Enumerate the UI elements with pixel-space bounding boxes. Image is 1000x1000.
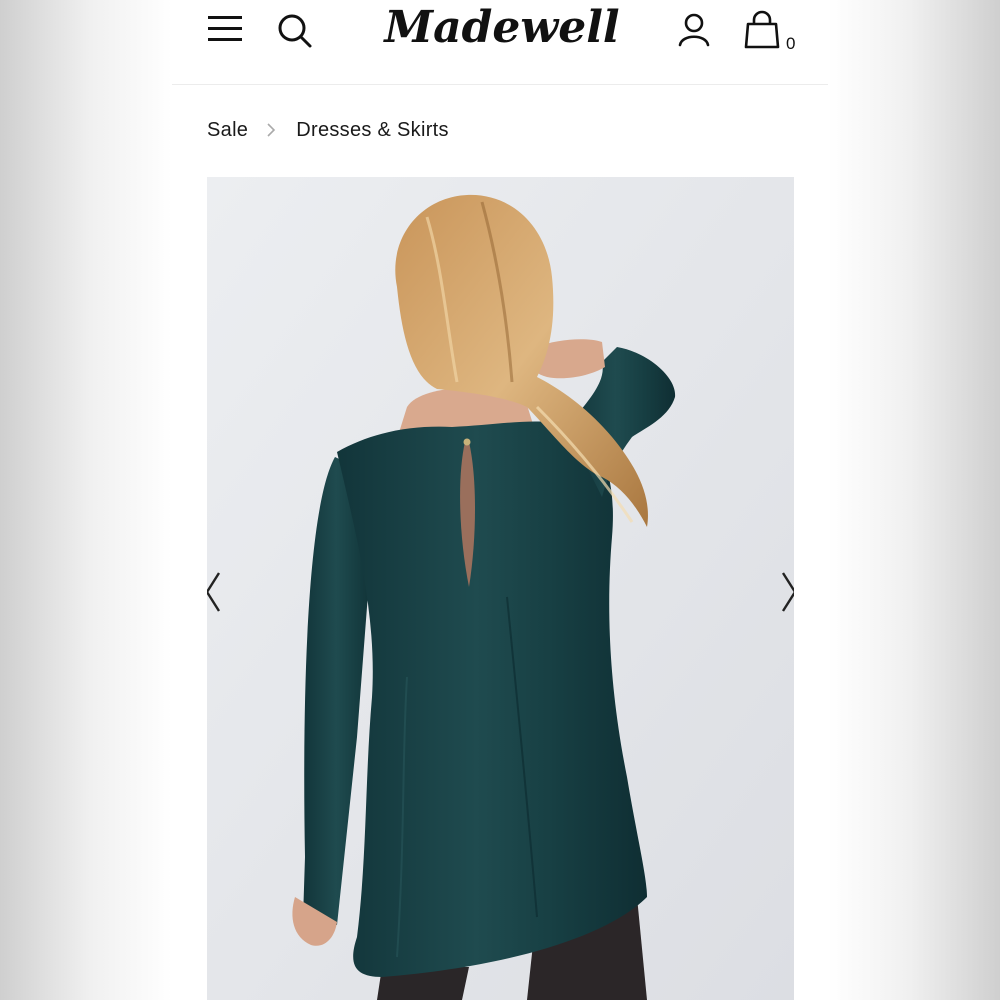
breadcrumb-item-sale[interactable]: Sale <box>207 119 248 142</box>
brand-logo-text: Madewell <box>382 2 619 53</box>
previous-image-button[interactable] <box>207 569 227 615</box>
chevron-left-icon <box>207 572 221 612</box>
chevron-right-icon <box>781 572 794 612</box>
site-header: Madewell 0 <box>172 0 828 85</box>
chevron-right-icon <box>267 123 276 137</box>
breadcrumb: Sale Dresses & Skirts <box>207 116 449 144</box>
menu-button[interactable] <box>206 12 244 46</box>
shopping-bag-button[interactable]: 0 <box>744 10 804 54</box>
page: Madewell 0 Sale Dresses & Skirts <box>172 0 828 1000</box>
next-image-button[interactable] <box>777 569 794 615</box>
user-icon <box>678 13 710 47</box>
search-button[interactable] <box>274 10 314 50</box>
account-button[interactable] <box>676 12 712 48</box>
search-icon <box>278 14 312 48</box>
brand-logo[interactable]: Madewell <box>382 0 622 66</box>
product-photo <box>207 177 794 1000</box>
product-image-gallery[interactable] <box>207 177 794 1000</box>
bag-count-badge: 0 <box>786 34 796 53</box>
hamburger-menu-icon <box>208 16 242 41</box>
breadcrumb-item-dresses-skirts[interactable]: Dresses & Skirts <box>296 119 449 142</box>
shopping-bag-icon <box>744 10 780 49</box>
